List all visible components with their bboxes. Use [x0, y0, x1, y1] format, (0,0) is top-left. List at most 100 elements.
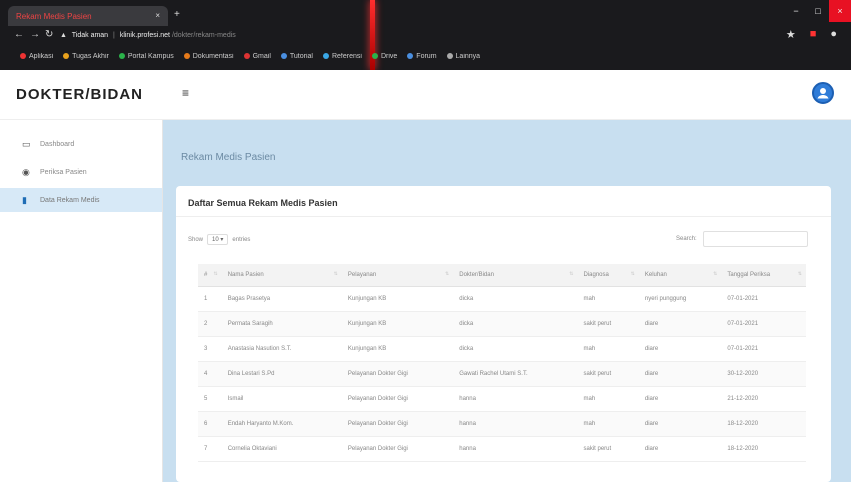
table-cell: 4 — [198, 361, 222, 387]
tab-title: Rekam Medis Pasien — [16, 12, 92, 21]
table-cell: hanna — [453, 386, 578, 412]
table-cell: 07-01-2021 — [721, 311, 806, 337]
table-cell: sakit perut — [577, 436, 639, 462]
card-divider — [176, 216, 831, 217]
table-cell: Permata Saragih — [221, 311, 342, 337]
close-window-button[interactable]: × — [829, 0, 851, 22]
bookmark-item[interactable]: Drive — [371, 52, 397, 60]
table-cell: Dina Lestari S.Pd — [221, 361, 342, 387]
column-header[interactable]: Keluhan ⇅ — [638, 264, 722, 287]
records-table: # ⇅ Nama Pasien ⇅ Pelayanan ⇅ Dokter/Bidan ⇅ Dia… — [198, 264, 806, 462]
bookmark-item[interactable]: Referensi — [322, 52, 362, 60]
table-body: 1 Bagas Prasetya Kunjungan KB dicka mah nyeri… — [198, 286, 806, 462]
bookmark-item[interactable]: Dokumentasi — [183, 52, 234, 60]
sidebar-item-label: Periksa Pasien — [40, 168, 87, 176]
maximize-button[interactable]: □ — [807, 0, 829, 22]
profile-icon[interactable]: ● — [830, 28, 837, 41]
star-icon[interactable]: ★ — [786, 28, 796, 41]
eye-icon: ◉ — [22, 166, 30, 177]
minimize-button[interactable]: − — [785, 0, 807, 22]
browser-chrome: Rekam Medis Pasien × + − □ × ← → ↻ ▲ Tid… — [0, 0, 851, 70]
table-row[interactable]: 2 Permata Saragih Kunjungan KB dicka sakit p… — [198, 311, 806, 337]
bookmark-item[interactable]: Tugas Akhir — [63, 52, 109, 60]
table-header-row: # ⇅ Nama Pasien ⇅ Pelayanan ⇅ Dokter/Bidan ⇅ Dia… — [198, 264, 806, 287]
sort-icon: ⇅ — [797, 271, 802, 277]
bookmark-favicon-icon — [446, 52, 453, 59]
column-header-label: Keluhan — [644, 271, 667, 278]
bookmark-item[interactable]: Portal Kampus — [118, 52, 174, 60]
table-cell: Pelayanan Dokter Gigi — [341, 436, 454, 462]
bookmark-label: Dokumentasi — [192, 52, 234, 60]
table-cell: sakit perut — [577, 311, 639, 337]
column-header-label: Nama Pasien — [227, 271, 264, 278]
bookmark-item[interactable]: Forum — [407, 52, 437, 60]
main-content: Rekam Medis Pasien Daftar Semua Rekam Me… — [163, 120, 851, 482]
table-cell: 2 — [198, 311, 222, 337]
table-cell: Bagas Prasetya — [221, 286, 342, 312]
table-row[interactable]: 1 Bagas Prasetya Kunjungan KB dicka mah nyeri… — [198, 286, 806, 312]
table-cell: dicka — [453, 336, 578, 362]
bookmark-favicon-icon — [407, 52, 414, 59]
brand-title: DOKTER/BIDAN — [16, 86, 143, 103]
table-cell: mah — [577, 386, 639, 412]
column-header-label: Diagnosa — [583, 271, 609, 278]
column-header[interactable]: Diagnosa ⇅ — [577, 264, 639, 287]
forward-icon[interactable]: → — [30, 29, 40, 40]
sidebar-menu: ▭ Dashboard ◉ Periksa Pasien ▮ Data Rekam Med… — [0, 132, 162, 212]
table-cell: Anastasia Nasution S.T. — [221, 336, 342, 362]
sidebar-item-document[interactable]: ▮ Data Rekam Medis — [0, 188, 162, 212]
table-row[interactable]: 5 Ismail Pelayanan Dokter Gigi hanna mah diar… — [198, 386, 806, 412]
column-header[interactable]: Pelayanan ⇅ — [341, 264, 454, 287]
table-row[interactable]: 7 Cornelia Oktaviani Pelayanan Dokter Gigi… — [198, 436, 806, 462]
bookmark-item[interactable]: Aplikasi — [20, 52, 53, 60]
table-cell: 21-12-2020 — [721, 386, 806, 412]
bookmark-item[interactable]: Gmail — [243, 52, 271, 60]
monitor-icon: ▭ — [22, 138, 31, 149]
column-header[interactable]: Tanggal Periksa ⇅ — [721, 264, 806, 287]
search-control: Search: — [676, 231, 808, 247]
column-header-label: Dokter/Bidan — [459, 271, 494, 278]
column-header[interactable]: Nama Pasien ⇅ — [221, 264, 342, 287]
table-cell: mah — [577, 336, 639, 362]
table-cell: 5 — [198, 386, 222, 412]
new-tab-button[interactable]: + — [174, 9, 180, 20]
tab-close-icon[interactable]: × — [155, 11, 160, 20]
table-cell: Kunjungan KB — [341, 286, 454, 312]
address-row: ← → ↻ ▲ Tidak aman | klinik.profesi.net … — [0, 26, 851, 46]
table-row[interactable]: 6 Endah Haryanto M.Kom. Pelayanan Dokter G… — [198, 411, 806, 437]
bookmark-favicon-icon — [322, 52, 329, 59]
sidebar-item-eye[interactable]: ◉ Periksa Pasien — [0, 160, 162, 184]
table-cell: 1 — [198, 286, 222, 312]
table-cell: dicka — [453, 311, 578, 337]
table-cell: diare — [638, 311, 722, 337]
entries-select[interactable]: 10 ▾ — [207, 234, 229, 245]
bookmark-item[interactable]: Lainnya — [446, 52, 481, 60]
table-row[interactable]: 4 Dina Lestari S.Pd Pelayanan Dokter Gigi G… — [198, 361, 806, 387]
bookmark-item[interactable]: Tutorial — [280, 52, 313, 60]
address-bar[interactable]: ▲ Tidak aman | klinik.profesi.net /dokte… — [60, 28, 760, 44]
sidebar-item-monitor[interactable]: ▭ Dashboard — [0, 132, 162, 156]
entries-select-value: 10 — [212, 237, 219, 243]
address-path: /dokter/rekam-medis — [171, 32, 236, 39]
table-cell: 3 — [198, 336, 222, 362]
back-icon[interactable]: ← — [14, 29, 24, 40]
bookmarks-bar: Aplikasi Tugas Akhir Portal Kampus Dokument… — [0, 48, 851, 64]
search-input[interactable] — [702, 231, 808, 247]
table-row[interactable]: 3 Anastasia Nasution S.T. Kunjungan KB dick… — [198, 336, 806, 362]
column-header-label: Tanggal Periksa — [727, 271, 771, 278]
sidebar-item-label: Data Rekam Medis — [40, 196, 100, 204]
user-circle-icon[interactable] — [812, 82, 834, 104]
table-cell: Cornelia Oktaviani — [221, 436, 342, 462]
bookmark-favicon-icon — [280, 52, 287, 59]
sort-icon: ⇅ — [445, 271, 450, 277]
column-header[interactable]: # ⇅ — [198, 264, 222, 287]
column-header[interactable]: Dokter/Bidan ⇅ — [453, 264, 578, 287]
browser-tab[interactable]: Rekam Medis Pasien × — [8, 6, 168, 26]
reload-icon[interactable]: ↻ — [45, 29, 53, 40]
bookmark-label: Tutorial — [289, 52, 313, 60]
extension-icon[interactable]: ■ — [810, 28, 817, 41]
bookmark-label: Tugas Akhir — [72, 52, 109, 60]
hamburger-menu-icon[interactable]: ≡ — [182, 86, 189, 100]
bookmark-label: Lainnya — [455, 52, 481, 60]
search-label: Search: — [676, 236, 697, 242]
